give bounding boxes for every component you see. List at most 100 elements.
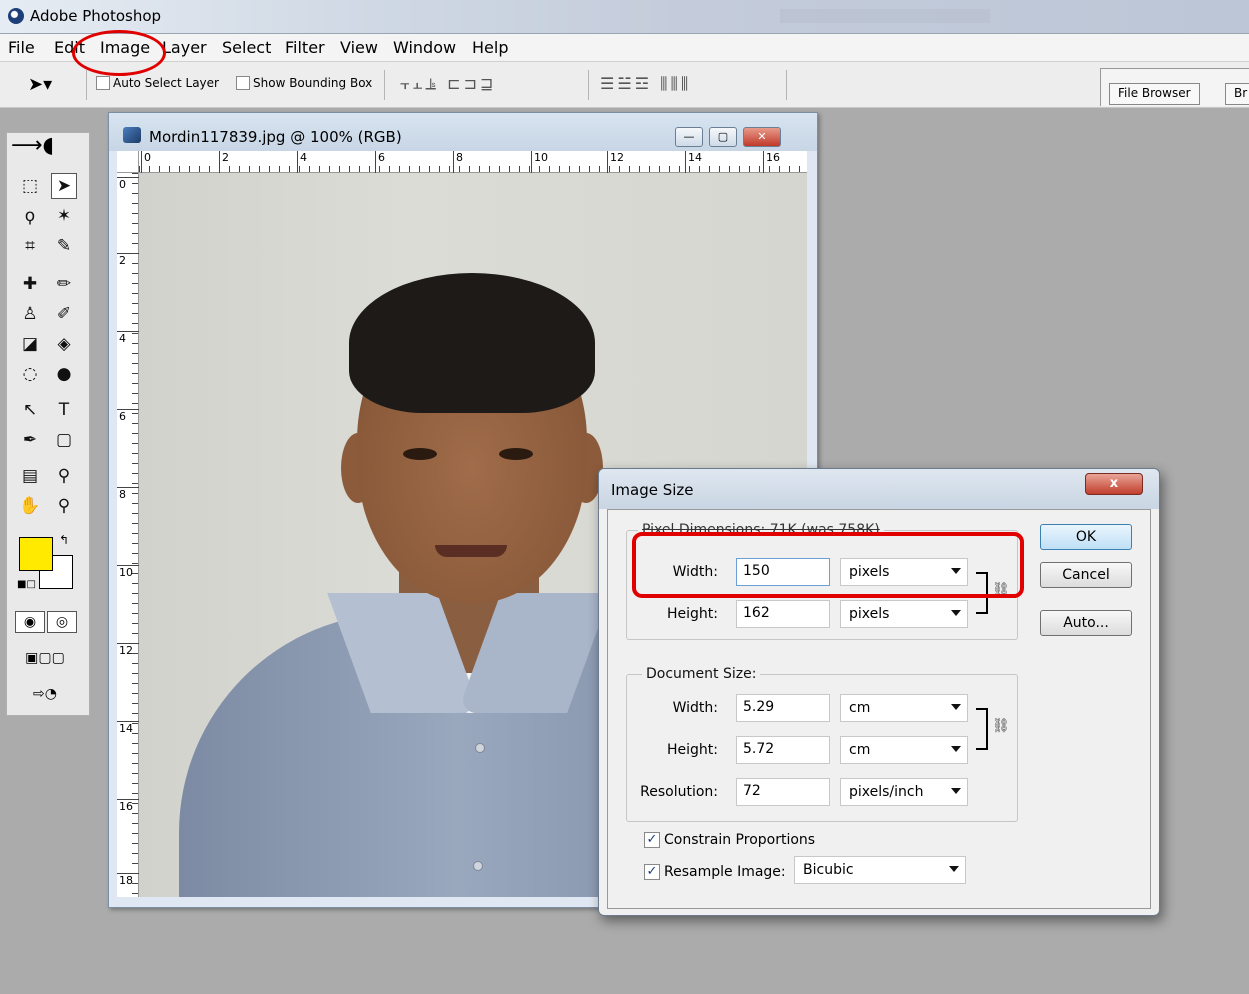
doc-width-input[interactable]: 5.29 (736, 694, 830, 722)
toolbox-header-feather-icon[interactable]: ⟶◖ (7, 133, 89, 169)
standard-mode-icon[interactable]: ◉ (15, 611, 45, 633)
menu-help[interactable]: Help (472, 38, 508, 57)
document-size-label: Document Size: (642, 666, 761, 682)
notes-tool-icon[interactable]: ▤ (17, 463, 43, 489)
check-icon[interactable]: ✓ (644, 864, 660, 880)
swap-colors-icon[interactable]: ↰ (59, 533, 69, 547)
doc-height-label: Height: (667, 742, 718, 758)
brushes-tab[interactable]: Br (1225, 83, 1249, 105)
photo-eye-left (403, 448, 437, 460)
lasso-tool-icon[interactable]: ϙ (17, 203, 43, 229)
dodge-tool-icon[interactable]: ● (51, 361, 77, 387)
check-icon[interactable]: ✓ (644, 832, 660, 848)
ruler-tick-label: 14 (685, 151, 702, 173)
history-brush-tool-icon[interactable]: ✐ (51, 301, 77, 327)
checkbox-box[interactable] (236, 76, 250, 90)
ruler-origin[interactable] (117, 151, 139, 173)
horizontal-ruler[interactable]: 0 2 4 6 8 10 12 14 16 (139, 151, 807, 173)
dialog-title: Image Size (611, 481, 694, 499)
align-buttons-icon[interactable]: ⫟⫠⫡ ⊏⊐⊒ (400, 74, 496, 94)
pixel-height-unit-value: pixels (849, 606, 890, 622)
crop-tool-icon[interactable]: ⌗ (17, 233, 43, 259)
tool-preset-picker-icon[interactable]: ➤▾ (28, 74, 52, 95)
annotation-rect-width-field (632, 532, 1024, 598)
document-icon (123, 127, 141, 143)
hand-tool-icon[interactable]: ✋ (17, 493, 43, 519)
healing-brush-tool-icon[interactable]: ✚ (17, 271, 43, 297)
ruler-tick-label: 10 (531, 151, 548, 173)
checkbox-box[interactable] (96, 76, 110, 90)
distribute-buttons-icon[interactable]: ☰☱☲ ⫼⫼⫼ (600, 74, 691, 94)
menu-view[interactable]: View (340, 38, 378, 57)
options-separator (86, 70, 87, 100)
clone-stamp-tool-icon[interactable]: ♙ (17, 301, 43, 327)
eyedropper-tool-icon[interactable]: ⚲ (51, 463, 77, 489)
brush-tool-icon[interactable]: ✏ (51, 271, 77, 297)
foreground-color-swatch[interactable] (19, 537, 53, 571)
ruler-tick-label: 6 (117, 409, 139, 423)
zoom-tool-icon[interactable]: ⚲ (51, 493, 77, 519)
doc-height-unit-value: cm (849, 742, 871, 758)
type-tool-icon[interactable]: T (51, 397, 77, 423)
constrain-proportions-label: Constrain Proportions (664, 832, 816, 848)
menu-bar: File Edit Image Layer Select Filter View… (0, 34, 1249, 62)
eraser-tool-icon[interactable]: ◪ (17, 331, 43, 357)
minimize-button[interactable]: — (675, 127, 703, 147)
doc-height-unit-select[interactable]: cm (840, 736, 968, 764)
ruler-tick-label: 10 (117, 565, 139, 579)
doc-height-input[interactable]: 5.72 (736, 736, 830, 764)
pixel-height-unit-select[interactable]: pixels (840, 600, 968, 628)
resolution-unit-select[interactable]: pixels/inch (840, 778, 968, 806)
pixel-height-input[interactable]: 162 (736, 600, 830, 628)
screen-mode-icon[interactable]: ▣▢▢ (15, 647, 75, 669)
dialog-close-button[interactable]: x (1085, 473, 1143, 495)
auto-button[interactable]: Auto... (1040, 610, 1132, 636)
vertical-ruler[interactable]: 0 2 4 6 8 10 12 14 16 18 (117, 173, 139, 897)
toolbox: ⟶◖ ⬚ ➤ ϙ ✶ ⌗ ✎ ✚ ✏ ♙ ✐ ◪ ◈ ◌ ● ↖ T ✒ ▢ ▤… (6, 132, 90, 716)
palette-well: File Browser Br (1100, 68, 1249, 106)
slice-tool-icon[interactable]: ✎ (51, 233, 77, 259)
pen-tool-icon[interactable]: ✒ (17, 427, 43, 453)
chevron-down-icon (949, 866, 959, 872)
ruler-tick-label: 16 (117, 799, 139, 813)
file-browser-tab[interactable]: File Browser (1109, 83, 1200, 105)
ruler-tick-label: 8 (453, 151, 463, 173)
app-title: Adobe Photoshop (30, 7, 162, 25)
magic-wand-tool-icon[interactable]: ✶ (51, 203, 77, 229)
resample-image-checkbox[interactable]: ✓ Resample Image: (644, 864, 786, 880)
shape-tool-icon[interactable]: ▢ (51, 427, 77, 453)
jump-to-imageready-icon[interactable]: ⇨◔ (15, 683, 75, 705)
doc-width-unit-value: cm (849, 700, 871, 716)
menu-layer[interactable]: Layer (162, 38, 207, 57)
cancel-button[interactable]: Cancel (1040, 562, 1132, 588)
ruler-tick-label: 0 (141, 151, 151, 173)
photoshop-logo-icon (8, 8, 24, 24)
ruler-tick-label: 14 (117, 721, 139, 735)
ok-button[interactable]: OK (1040, 524, 1132, 550)
close-button[interactable]: ✕ (743, 127, 781, 147)
doc-link-bracket (976, 708, 988, 750)
photo-shirt-button (473, 861, 483, 871)
maximize-button[interactable]: ▢ (709, 127, 737, 147)
chain-link-icon: ⛓ (992, 718, 1010, 734)
move-tool-icon[interactable]: ➤ (51, 173, 77, 199)
menu-window[interactable]: Window (393, 38, 456, 57)
path-selection-tool-icon[interactable]: ↖ (17, 397, 43, 423)
show-bounding-box-checkbox[interactable]: Show Bounding Box (236, 76, 372, 90)
resolution-input[interactable]: 72 (736, 778, 830, 806)
resample-method-select[interactable]: Bicubic (794, 856, 966, 884)
constrain-proportions-checkbox[interactable]: ✓ Constrain Proportions (644, 832, 815, 848)
doc-width-unit-select[interactable]: cm (840, 694, 968, 722)
menu-file[interactable]: File (8, 38, 35, 57)
resolution-unit-value: pixels/inch (849, 784, 924, 800)
paint-bucket-tool-icon[interactable]: ◈ (51, 331, 77, 357)
menu-filter[interactable]: Filter (285, 38, 325, 57)
blur-tool-icon[interactable]: ◌ (17, 361, 43, 387)
menu-select[interactable]: Select (222, 38, 271, 57)
default-colors-icon[interactable]: ■□ (17, 579, 36, 590)
quick-mask-mode-icon[interactable]: ◎ (47, 611, 77, 633)
marquee-tool-icon[interactable]: ⬚ (17, 173, 43, 199)
photo-eye-right (499, 448, 533, 460)
auto-select-layer-checkbox[interactable]: Auto Select Layer (96, 76, 219, 90)
show-bounding-box-label: Show Bounding Box (253, 76, 373, 90)
